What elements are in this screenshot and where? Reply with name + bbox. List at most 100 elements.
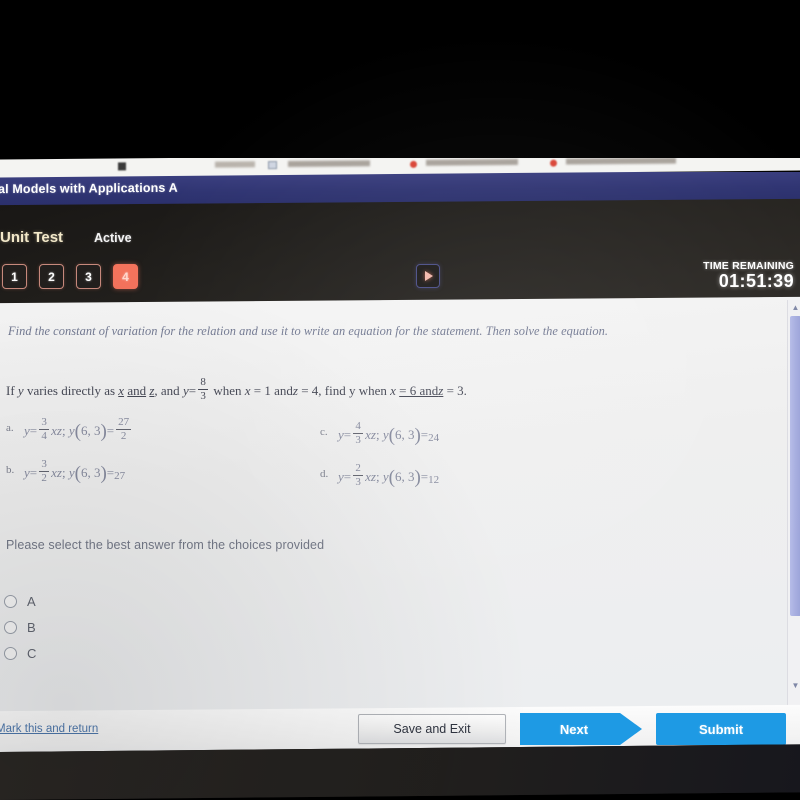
choice-d-coef-num: 2 bbox=[355, 462, 361, 474]
radio-circle-icon[interactable] bbox=[4, 594, 17, 608]
radio-circle-icon[interactable] bbox=[4, 620, 17, 634]
stem-fraction: 8 3 bbox=[198, 376, 209, 402]
stem-comma-and: , and bbox=[154, 382, 180, 398]
choice-letter-a: a. bbox=[6, 422, 14, 434]
choice-b-vars: xz bbox=[51, 464, 62, 480]
stem-eq4: = 3. bbox=[446, 382, 467, 398]
paren-open: ( bbox=[388, 466, 395, 488]
play-triangle-icon[interactable] bbox=[416, 264, 440, 288]
radio-option-c[interactable]: C bbox=[4, 640, 36, 666]
radio-option-b[interactable]: B bbox=[4, 614, 36, 640]
choice-d-coefficient: 2 3 bbox=[353, 462, 364, 488]
select-best-answer-note: Please select the best answer from the c… bbox=[6, 538, 325, 552]
choice-c-result-equals: = bbox=[420, 426, 429, 442]
choice-c-result: 24 bbox=[428, 431, 440, 444]
radio-label-b: B bbox=[27, 619, 36, 635]
stem-var-x: x bbox=[118, 382, 125, 398]
choice-c-coef-num: 4 bbox=[355, 420, 361, 432]
choice-c-separator: ; bbox=[375, 426, 380, 442]
question-button-1[interactable]: 1 bbox=[2, 264, 27, 289]
choice-letter-d: d. bbox=[320, 468, 329, 480]
choice-a-coefficient: 3 4 bbox=[39, 416, 50, 442]
question-button-4[interactable]: 4 bbox=[113, 264, 138, 289]
photo-letterbox-top bbox=[0, 0, 800, 158]
choice-c-vars: xz bbox=[365, 426, 376, 442]
stem-find: find y when bbox=[324, 382, 387, 398]
paren-open: ( bbox=[74, 420, 81, 442]
bookmark-favicon-icon[interactable] bbox=[550, 159, 557, 167]
stem-fraction-denominator: 3 bbox=[200, 390, 206, 402]
stem-var-y: y bbox=[17, 382, 24, 398]
choice-b-result-equals: = bbox=[106, 464, 115, 480]
assessment-name: Unit Test bbox=[0, 229, 64, 246]
screenshot-root: al Models with Applications A Unit Test … bbox=[0, 0, 800, 800]
question-content-panel: Find the constant of variation for the r… bbox=[0, 296, 800, 716]
timer-value: 01:51:39 bbox=[718, 271, 794, 291]
paren-open: ( bbox=[388, 424, 395, 446]
choice-a-result: 27 2 bbox=[116, 416, 132, 442]
answer-choice-d[interactable]: d. y = 2 3 xz ; y (6, 3) = 12 bbox=[320, 462, 440, 489]
choice-a-separator: ; bbox=[61, 422, 66, 438]
chevron-down-icon[interactable]: ▼ bbox=[791, 681, 800, 690]
choice-a-args: 6, 3 bbox=[80, 422, 101, 438]
stem-eq3: = 6 and bbox=[399, 382, 439, 398]
content-scrollbar[interactable]: ▲ ▼ bbox=[787, 300, 800, 712]
choice-b-coef-num: 3 bbox=[41, 458, 47, 470]
assessment-status-badge: Active bbox=[94, 231, 132, 245]
choice-c-coefficient: 4 3 bbox=[353, 420, 364, 446]
next-button[interactable]: Next bbox=[520, 713, 642, 745]
answer-radio-group[interactable]: A B C bbox=[4, 588, 36, 666]
stem-var-z2: z bbox=[292, 382, 298, 398]
save-and-exit-button[interactable]: Save and Exit bbox=[358, 714, 506, 744]
submit-button[interactable]: Submit bbox=[656, 713, 786, 745]
stem-var-z3: z bbox=[438, 382, 444, 398]
choice-expression-b: y = 3 2 xz ; y ( 6, 3) = 27 bbox=[24, 458, 125, 485]
choice-c-equals: = bbox=[343, 426, 352, 442]
answer-choice-a[interactable]: a. y = 3 4 xz ; y (6, 3) = 27 2 bbox=[6, 416, 133, 443]
stem-eq1: = 1 and bbox=[253, 382, 293, 398]
bookmark-item[interactable] bbox=[215, 161, 255, 168]
choice-letter-b: b. bbox=[6, 464, 15, 476]
choice-d-separator: ; bbox=[375, 468, 380, 484]
timer: TIME REMAINING 01:51:39 bbox=[703, 260, 794, 291]
assessment-app: al Models with Applications A Unit Test … bbox=[0, 172, 800, 758]
answer-choice-b[interactable]: b. y = 3 2 xz ; y (6, 3) = 27 bbox=[6, 458, 125, 485]
mark-this-and-return-link[interactable]: Mark this and return bbox=[0, 723, 98, 735]
choice-b-separator: ; bbox=[61, 464, 66, 480]
choice-b-coefficient: 3 2 bbox=[39, 458, 50, 484]
question-button-2[interactable]: 2 bbox=[39, 264, 64, 289]
course-title: al Models with Applications A bbox=[0, 180, 178, 197]
stem-equals: = bbox=[188, 382, 197, 398]
choice-b-coef-den: 2 bbox=[41, 472, 47, 484]
choice-d-result-equals: = bbox=[420, 468, 429, 484]
paren-close: ) bbox=[100, 420, 107, 442]
bookmark-icon[interactable] bbox=[268, 161, 277, 170]
stem-var-x3: x bbox=[390, 382, 396, 398]
scrollbar-thumb[interactable] bbox=[790, 316, 800, 616]
choice-a-result-den: 2 bbox=[120, 430, 127, 442]
radio-option-a[interactable]: A bbox=[4, 588, 36, 614]
bookmark-item[interactable] bbox=[288, 160, 370, 167]
chevron-up-icon[interactable]: ▲ bbox=[791, 303, 800, 312]
choice-a-coef-num: 3 bbox=[41, 416, 47, 428]
paren-close: ) bbox=[414, 424, 421, 446]
question-button-3[interactable]: 3 bbox=[76, 264, 101, 289]
bookmark-item[interactable] bbox=[426, 158, 518, 166]
choice-letter-c: c. bbox=[320, 426, 328, 438]
bookmark-favicon-icon[interactable] bbox=[410, 160, 417, 168]
choice-a-coef-den: 4 bbox=[41, 430, 47, 442]
choice-b-args: 6, 3 bbox=[80, 464, 101, 480]
question-navigator[interactable]: 1 2 3 4 bbox=[2, 264, 138, 289]
bookmark-item[interactable] bbox=[566, 157, 676, 165]
answer-choice-c[interactable]: c. y = 4 3 xz ; y (6, 3) = 24 bbox=[320, 420, 440, 447]
radio-label-c: C bbox=[27, 645, 37, 661]
radio-label-a: A bbox=[27, 593, 36, 609]
choice-a-result-equals: = bbox=[106, 422, 115, 438]
choice-d-result: 12 bbox=[428, 473, 440, 486]
stem-fraction-numerator: 8 bbox=[200, 376, 206, 388]
bookmark-icon[interactable] bbox=[118, 162, 126, 171]
question-instructions: Find the constant of variation for the r… bbox=[8, 324, 609, 338]
radio-circle-icon[interactable] bbox=[4, 646, 17, 660]
choice-expression-c: y = 4 3 xz ; y ( 6, 3) = 24 bbox=[338, 420, 440, 447]
choice-a-equals: = bbox=[29, 422, 38, 438]
